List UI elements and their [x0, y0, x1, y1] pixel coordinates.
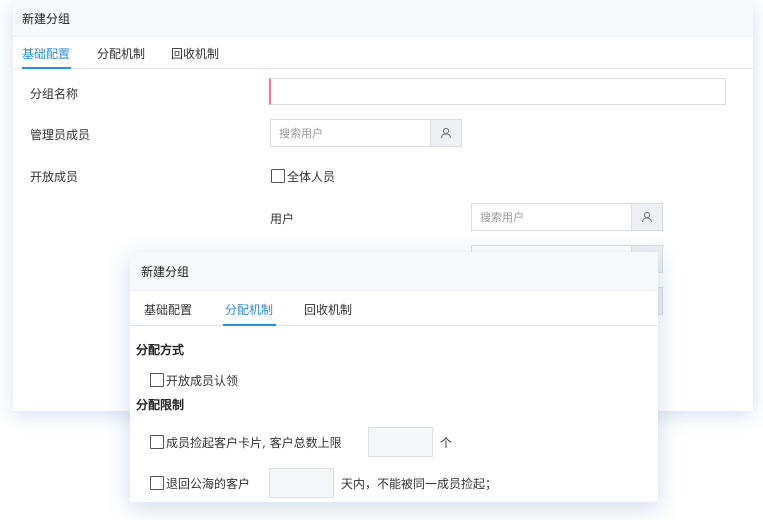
- allocation-method-heading: 分配方式: [136, 343, 185, 357]
- group-name-label: 分组名称: [30, 87, 79, 101]
- tab-bar: 基础配置 分配机制 回收机制: [130, 291, 658, 326]
- tab-recycle[interactable]: 回收机制: [171, 45, 219, 62]
- group-name-input[interactable]: [269, 78, 726, 105]
- limit-rule-input[interactable]: [368, 427, 433, 457]
- active-tab-indicator: [223, 324, 276, 326]
- dialog-title-bar: 新建分组: [130, 252, 658, 291]
- user-icon: [441, 127, 451, 139]
- dialog-title: 新建分组: [141, 265, 190, 279]
- admin-search-user-button[interactable]: [431, 119, 462, 147]
- open-members-label: 开放成员: [30, 170, 79, 184]
- user-label: 用户: [270, 212, 295, 226]
- open-member-claim-label: 开放成员认领: [166, 374, 239, 388]
- all-members-checkbox-label: 全体人员: [287, 170, 336, 184]
- all-members-checkbox[interactable]: [271, 169, 285, 183]
- tab-allocation[interactable]: 分配机制: [225, 301, 273, 318]
- user-search-input[interactable]: [471, 203, 632, 231]
- active-tab-indicator: [22, 67, 71, 69]
- limit-rule-unit: 个: [440, 436, 453, 450]
- tab-basic-config[interactable]: 基础配置: [22, 45, 70, 62]
- admin-search-input[interactable]: [270, 119, 431, 147]
- return-rule-label: 退回公海的客户: [166, 477, 251, 491]
- allocation-limit-heading: 分配限制: [136, 398, 185, 412]
- tab-bar: 基础配置 分配机制 回收机制: [13, 36, 753, 69]
- tab-recycle[interactable]: 回收机制: [304, 301, 352, 318]
- return-rule-input[interactable]: [269, 468, 334, 498]
- return-rule-checkbox[interactable]: [150, 476, 164, 490]
- user-icon: [642, 211, 652, 223]
- limit-rule-label: 成员捡起客户卡片, 客户总数上限: [166, 436, 342, 450]
- limit-rule-checkbox[interactable]: [150, 435, 164, 449]
- open-member-claim-checkbox[interactable]: [150, 373, 164, 387]
- user-search-button[interactable]: [632, 203, 663, 231]
- dialog-title-bar: 新建分组: [13, 0, 753, 37]
- dialog-new-group-allocation: 新建分组 基础配置 分配机制 回收机制 分配方式 开放成员认领 分配限制 成员捡…: [130, 252, 658, 502]
- return-rule-suffix: 天内，不能被同一成员捡起；: [341, 477, 498, 491]
- dialog-title: 新建分组: [22, 12, 71, 26]
- tab-basic-config[interactable]: 基础配置: [144, 301, 192, 318]
- admin-members-label: 管理员成员: [30, 128, 91, 142]
- tab-allocation[interactable]: 分配机制: [97, 45, 145, 62]
